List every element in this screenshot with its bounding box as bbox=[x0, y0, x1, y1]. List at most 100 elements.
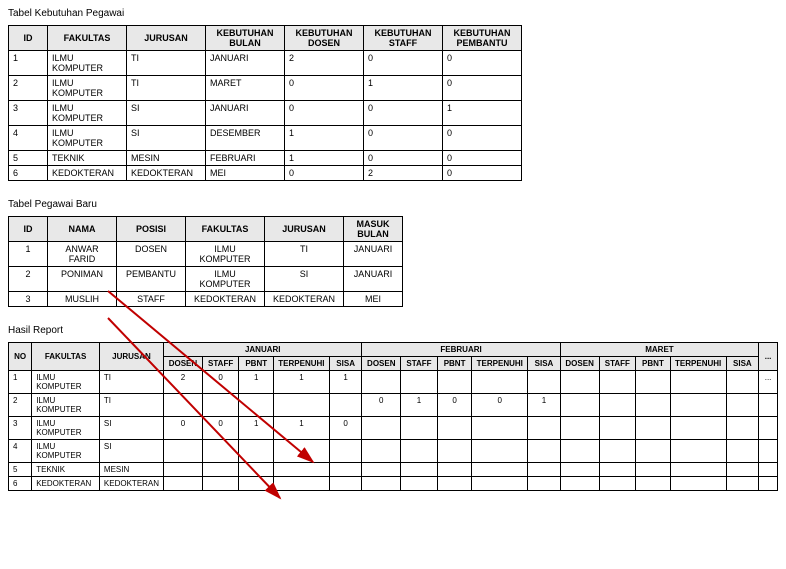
col-maret: MARET bbox=[560, 343, 758, 357]
cell bbox=[560, 417, 599, 440]
cell bbox=[472, 417, 528, 440]
cell bbox=[726, 394, 759, 417]
cell bbox=[202, 440, 239, 463]
cell: TI bbox=[127, 51, 206, 76]
cell bbox=[599, 440, 636, 463]
cell: 1 bbox=[443, 101, 522, 126]
cell: ILMU KOMPUTER bbox=[32, 440, 100, 463]
cell bbox=[273, 440, 329, 463]
cell: 1 bbox=[364, 76, 443, 101]
cell: 1 bbox=[9, 51, 48, 76]
table-row: 3ILMU KOMPUTERSI00110 bbox=[9, 417, 778, 440]
cell bbox=[273, 477, 329, 491]
cell: ANWAR FARID bbox=[48, 242, 117, 267]
col-jurusan: JURUSAN bbox=[127, 26, 206, 51]
cell: TI bbox=[99, 371, 163, 394]
cell bbox=[560, 394, 599, 417]
cell bbox=[239, 394, 274, 417]
sub-sisa: SISA bbox=[528, 357, 561, 371]
cell: SI bbox=[127, 101, 206, 126]
cell: PONIMAN bbox=[48, 267, 117, 292]
cell bbox=[472, 463, 528, 477]
cell bbox=[401, 417, 438, 440]
col-id: ID bbox=[9, 26, 48, 51]
cell bbox=[670, 394, 726, 417]
cell bbox=[202, 394, 239, 417]
cell: 0 bbox=[443, 166, 522, 181]
cell: 0 bbox=[472, 394, 528, 417]
col-jurusan: JURUSAN bbox=[99, 343, 163, 371]
table-pegawai-baru: ID NAMA POSISI FAKULTAS JURUSAN MASUK BU… bbox=[8, 216, 403, 307]
cell: DOSEN bbox=[117, 242, 186, 267]
col-ellipsis: ... bbox=[759, 343, 778, 371]
cell bbox=[560, 463, 599, 477]
sub-dosen: DOSEN bbox=[164, 357, 203, 371]
cell: MESIN bbox=[127, 151, 206, 166]
cell bbox=[164, 463, 203, 477]
cell: 0 bbox=[329, 417, 362, 440]
cell bbox=[472, 440, 528, 463]
col-januari: JANUARI bbox=[164, 343, 362, 357]
cell bbox=[636, 440, 671, 463]
cell: 0 bbox=[437, 394, 472, 417]
cell: 0 bbox=[443, 51, 522, 76]
cell: 1 bbox=[239, 371, 274, 394]
cell bbox=[329, 463, 362, 477]
col-jurusan: JURUSAN bbox=[265, 217, 344, 242]
table-header-row: ID FAKULTAS JURUSAN KEBUTUHAN BULAN KEBU… bbox=[9, 26, 522, 51]
cell bbox=[362, 463, 401, 477]
cell: 0 bbox=[364, 51, 443, 76]
cell: KEDOKTERAN bbox=[186, 292, 265, 307]
table-row: 4ILMU KOMPUTERSIDESEMBER100 bbox=[9, 126, 522, 151]
cell: MESIN bbox=[99, 463, 163, 477]
col-posisi: POSISI bbox=[117, 217, 186, 242]
cell: 5 bbox=[9, 151, 48, 166]
cell: MARET bbox=[206, 76, 285, 101]
cell bbox=[636, 463, 671, 477]
cell: 1 bbox=[528, 394, 561, 417]
cell: KEDOKTERAN bbox=[127, 166, 206, 181]
cell: MEI bbox=[206, 166, 285, 181]
sub-pbnt: PBNT bbox=[437, 357, 472, 371]
cell bbox=[726, 417, 759, 440]
cell bbox=[528, 371, 561, 394]
cell: ILMU KOMPUTER bbox=[48, 76, 127, 101]
cell: 1 bbox=[285, 151, 364, 166]
cell: SI bbox=[265, 267, 344, 292]
cell bbox=[401, 440, 438, 463]
cell: SI bbox=[99, 440, 163, 463]
col-pembantu: KEBUTUHAN PEMBANTU bbox=[443, 26, 522, 51]
table-row: 2ILMU KOMPUTERTIMARET010 bbox=[9, 76, 522, 101]
cell: ILMU KOMPUTER bbox=[48, 51, 127, 76]
cell: 2 bbox=[285, 51, 364, 76]
cell: 1 bbox=[329, 371, 362, 394]
sub-staff: STAFF bbox=[599, 357, 636, 371]
col-bulan: KEBUTUHAN BULAN bbox=[206, 26, 285, 51]
cell bbox=[528, 477, 561, 491]
cell bbox=[437, 417, 472, 440]
cell: 0 bbox=[202, 417, 239, 440]
cell: 0 bbox=[443, 151, 522, 166]
table-header-row-1: NO FAKULTAS JURUSAN JANUARI FEBRUARI MAR… bbox=[9, 343, 778, 357]
col-id: ID bbox=[9, 217, 48, 242]
table-row: 3ILMU KOMPUTERSIJANUARI001 bbox=[9, 101, 522, 126]
cell: ILMU KOMPUTER bbox=[48, 126, 127, 151]
cell: 4 bbox=[9, 126, 48, 151]
cell: 0 bbox=[364, 101, 443, 126]
sub-staff: STAFF bbox=[401, 357, 438, 371]
cell: SI bbox=[127, 126, 206, 151]
cell: FEBRUARI bbox=[206, 151, 285, 166]
sub-dosen: DOSEN bbox=[560, 357, 599, 371]
cell: 3 bbox=[9, 292, 48, 307]
cell: JANUARI bbox=[206, 51, 285, 76]
cell bbox=[528, 463, 561, 477]
cell: 1 bbox=[273, 417, 329, 440]
cell bbox=[636, 394, 671, 417]
sub-terpenuhi: TERPENUHI bbox=[273, 357, 329, 371]
cell: 0 bbox=[285, 101, 364, 126]
cell: 3 bbox=[9, 101, 48, 126]
cell bbox=[599, 417, 636, 440]
cell bbox=[329, 394, 362, 417]
cell bbox=[164, 440, 203, 463]
cell: 0 bbox=[443, 76, 522, 101]
